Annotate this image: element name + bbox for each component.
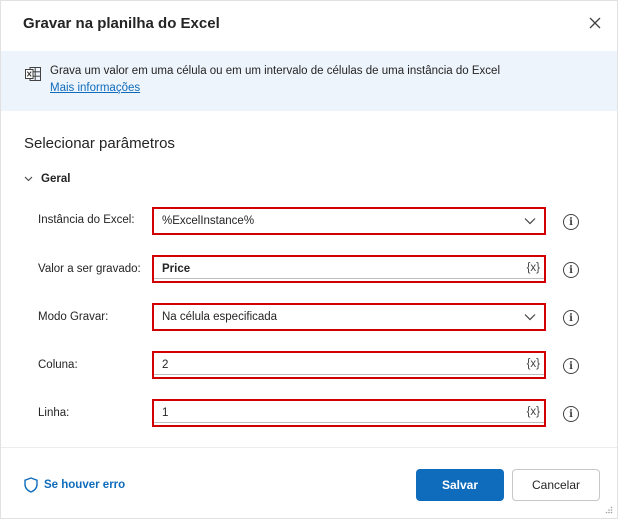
dialog: Gravar na planilha do Excel Grava um val… [0,0,618,519]
excel-icon [25,67,41,81]
input-underline [154,278,544,279]
column-value: 2 [162,359,169,371]
chevron-down-icon [524,314,536,321]
chevron-down-icon [24,176,33,182]
cancel-button[interactable]: Cancelar [512,469,600,501]
field-label-write-mode: Modo Gravar: [38,311,109,323]
section-title: Selecionar parâmetros [24,135,175,152]
field-label-row: Linha: [38,407,70,419]
shield-icon [24,477,38,493]
excel-instance-value: %ExcelInstance% [162,215,255,227]
close-icon [589,17,601,29]
footer-divider [1,447,617,448]
dialog-title: Gravar na planilha do Excel [23,15,220,32]
info-banner: Grava um valor em uma célula ou em um in… [1,51,617,111]
chevron-down-icon [524,218,536,225]
on-error-label: Se houver erro [44,479,126,491]
variable-picker-button[interactable]: {x} [527,262,540,274]
field-label-value-to-write: Valor a ser gravado: [38,263,141,275]
group-label: Geral [41,173,71,185]
info-icon[interactable]: i [563,358,579,374]
write-mode-value: Na célula especificada [162,311,278,323]
more-info-link[interactable]: Mais informações [50,82,140,94]
input-underline [154,422,544,423]
field-label-column: Coluna: [38,359,78,371]
info-icon[interactable]: i [563,214,579,230]
value-to-write-value: Price [162,263,191,275]
resize-grip-icon[interactable] [605,506,613,514]
input-underline [154,374,544,375]
variable-picker-button[interactable]: {x} [527,358,540,370]
info-icon[interactable]: i [563,406,579,422]
column-input[interactable]: 2 {x} [152,351,546,379]
info-icon[interactable]: i [563,310,579,326]
field-label-excel-instance: Instância do Excel: [38,214,135,226]
save-button[interactable]: Salvar [416,469,504,501]
value-to-write-input[interactable]: Price {x} [152,255,546,283]
info-icon[interactable]: i [563,262,579,278]
write-mode-dropdown[interactable]: Na célula especificada [152,303,546,331]
group-toggle-geral[interactable]: Geral [24,173,70,185]
row-value: 1 [162,407,169,419]
info-description: Grava um valor em uma célula ou em um in… [50,65,500,77]
excel-instance-dropdown[interactable]: %ExcelInstance% [152,207,546,235]
row-input[interactable]: 1 {x} [152,399,546,427]
variable-picker-button[interactable]: {x} [527,406,540,418]
close-button[interactable] [583,11,607,35]
on-error-link[interactable]: Se houver erro [24,477,125,493]
